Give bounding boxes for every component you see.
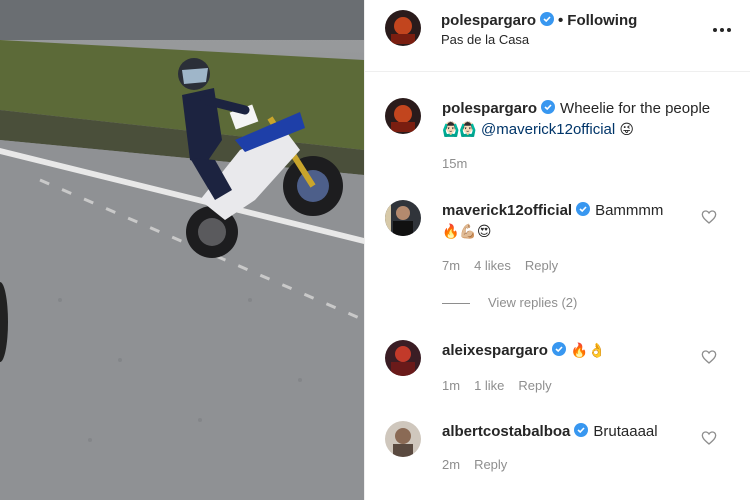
caption-meta: 15m bbox=[442, 156, 481, 171]
comment-text: aleixespargaro 🔥👌 bbox=[442, 340, 722, 362]
comment-emoji: 🔥💪🏼😍 bbox=[442, 224, 492, 240]
verified-badge-icon bbox=[576, 202, 591, 216]
comment-username[interactable]: albertcostabalboa bbox=[442, 423, 570, 440]
view-replies-label: View replies (2) bbox=[488, 295, 578, 310]
reply-button[interactable]: Reply bbox=[525, 258, 558, 273]
caption-emoji-pre: 🙆🏻‍♂️🙆🏻‍♂️ bbox=[442, 122, 477, 138]
separator-dot: • bbox=[558, 12, 564, 29]
post-author: polespargaro • Following bbox=[441, 12, 637, 29]
avatar[interactable] bbox=[385, 340, 421, 376]
reply-button[interactable]: Reply bbox=[518, 378, 551, 393]
heart-icon[interactable] bbox=[701, 349, 717, 365]
comment-time[interactable]: 7m bbox=[442, 258, 460, 273]
avatar-albertcostabalboa bbox=[385, 421, 421, 457]
comment-text: albertcostabalboa Brutaaaal bbox=[442, 421, 722, 442]
comment-meta: 1m 1 like Reply bbox=[442, 378, 566, 393]
comment-text: maverick12official Bammmm 🔥💪🏼😍 bbox=[442, 200, 722, 243]
more-options-icon[interactable] bbox=[713, 22, 733, 38]
post-side-panel: polespargaro • Following Pas de la Casa po… bbox=[364, 0, 750, 500]
comment-likes[interactable]: 1 like bbox=[474, 378, 504, 393]
post-header: polespargaro • Following Pas de la Casa bbox=[365, 0, 750, 72]
heart-icon[interactable] bbox=[701, 430, 717, 446]
caption-emoji-post: 😜 bbox=[619, 122, 634, 138]
comment-time[interactable]: 1m bbox=[442, 378, 460, 393]
caption-mention[interactable]: @maverick12official bbox=[481, 121, 615, 138]
verified-badge-icon bbox=[541, 100, 556, 114]
avatar-maverick12official bbox=[385, 200, 421, 236]
heart-icon[interactable] bbox=[701, 209, 717, 225]
post-location[interactable]: Pas de la Casa bbox=[441, 32, 529, 47]
comment-likes[interactable]: 4 likes bbox=[474, 258, 511, 273]
comment-meta: 2m Reply bbox=[442, 457, 521, 472]
comment-username[interactable]: aleixespargaro bbox=[442, 342, 548, 359]
following-button[interactable]: Following bbox=[567, 12, 637, 29]
verified-badge-icon bbox=[551, 342, 566, 356]
caption-body: Wheelie for the people bbox=[560, 100, 711, 117]
avatar[interactable] bbox=[385, 200, 421, 236]
avatar-aleixespargaro bbox=[385, 340, 421, 376]
view-replies-button[interactable]: View replies (2) bbox=[442, 295, 577, 310]
reply-button[interactable]: Reply bbox=[474, 457, 507, 472]
avatar[interactable] bbox=[385, 10, 421, 46]
comment-meta: 7m 4 likes Reply bbox=[442, 258, 572, 273]
caption-time[interactable]: 15m bbox=[442, 156, 467, 171]
avatar[interactable] bbox=[385, 421, 421, 457]
motorcycle-wheelie-image bbox=[0, 0, 364, 500]
avatar-polespargaro bbox=[385, 98, 421, 134]
caption-text: polespargaro Wheelie for the people 🙆🏻‍♂️… bbox=[442, 98, 722, 141]
comment-emoji: 🔥👌 bbox=[570, 343, 606, 359]
comment-time[interactable]: 2m bbox=[442, 457, 460, 472]
caption-username[interactable]: polespargaro bbox=[442, 100, 537, 117]
verified-badge-icon bbox=[540, 12, 555, 26]
avatar-polespargaro bbox=[385, 10, 421, 46]
comment-username[interactable]: maverick12official bbox=[442, 202, 572, 219]
comment-body: Brutaaaal bbox=[593, 423, 658, 440]
post-author-username[interactable]: polespargaro bbox=[441, 12, 536, 29]
verified-badge-icon bbox=[574, 423, 589, 437]
comment-body: Bammmm bbox=[595, 202, 664, 219]
avatar[interactable] bbox=[385, 98, 421, 134]
view-replies-line bbox=[442, 303, 470, 305]
post-photo[interactable] bbox=[0, 0, 364, 500]
